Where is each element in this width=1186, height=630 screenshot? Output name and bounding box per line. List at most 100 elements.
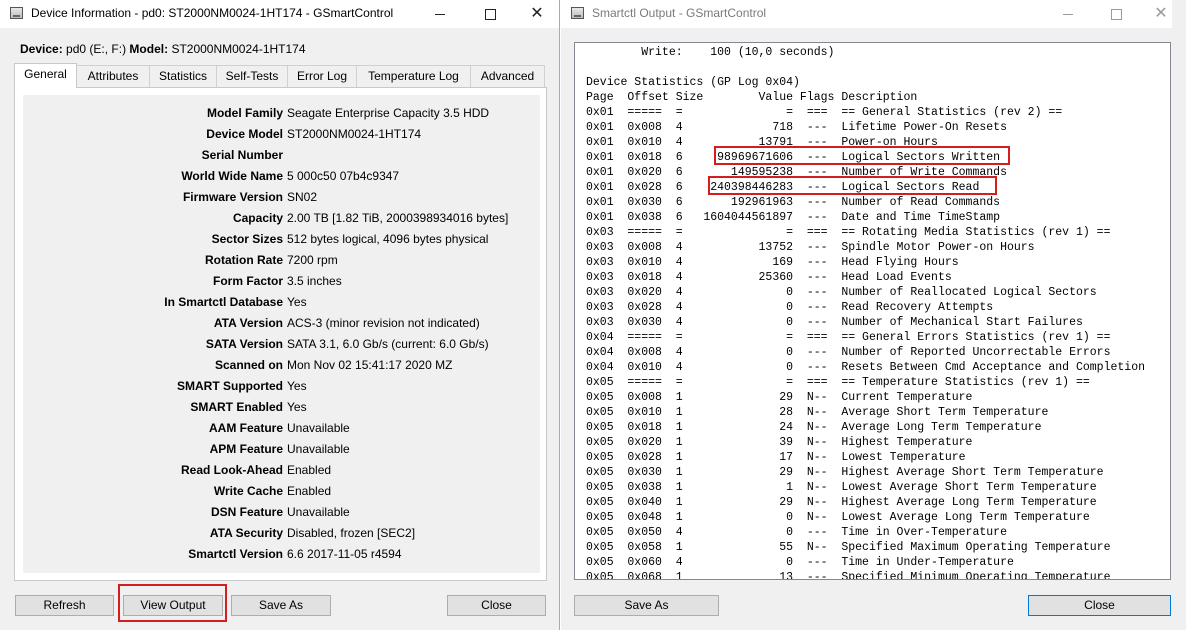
tab-self-tests[interactable]: Self-Tests (216, 65, 288, 87)
smartctl-output-text[interactable]: Write: 100 (10,0 seconds) Device Statisti… (574, 42, 1171, 580)
info-label: World Wide Name (181, 169, 283, 183)
info-value: Enabled (287, 484, 332, 498)
info-row: SATA Version SATA 3.1, 6.0 Gb/s (current:… (23, 337, 540, 358)
output-line: 0x04 0x010 4 0 --- Resets Between Cmd Ac… (586, 361, 1145, 374)
info-row: Firmware Version SN02 (23, 190, 540, 211)
info-label: SMART Supported (177, 379, 283, 393)
info-label: Sector Sizes (211, 232, 283, 246)
drive-icon (571, 7, 584, 19)
info-label: AAM Feature (208, 421, 283, 435)
refresh-button[interactable]: Refresh (15, 595, 114, 616)
general-tab-panel: Model Family Seagate Enterprise Capacity … (14, 87, 547, 581)
info-value: SN02 (287, 190, 318, 204)
info-label: SMART Enabled (190, 400, 283, 414)
info-row: World Wide Name 5 000c50 07b4c9347 (23, 169, 540, 190)
tab-advanced[interactable]: Advanced (470, 65, 545, 87)
info-row: Sector Sizes 512 bytes logical, 4096 byte… (23, 232, 540, 253)
info-label: SATA Version (205, 337, 283, 351)
info-label: Read Look-Ahead (180, 463, 283, 477)
output-line: 0x05 0x030 1 29 N-- Highest Average Shor… (586, 466, 1104, 479)
tab-temperature-log[interactable]: Temperature Log (356, 65, 471, 87)
info-value: ST2000NM0024-1HT174 (287, 127, 422, 141)
tab-attributes[interactable]: Attributes (76, 65, 150, 87)
info-label: Rotation Rate (205, 253, 283, 267)
output-line: 0x03 0x010 4 169 --- Head Flying Hours (586, 256, 959, 269)
info-label: Smartctl Version (188, 547, 283, 561)
output-line: Write: 100 (10,0 seconds) (586, 46, 835, 59)
output-line: Device Statistics (GP Log 0x04) (586, 76, 800, 89)
output-line: 0x05 0x008 1 29 N-- Current Temperature (586, 391, 973, 404)
output-line: 0x01 0x008 4 718 --- Lifetime Power-On R… (586, 121, 1007, 134)
device-info-grid: Model Family Seagate Enterprise Capacity … (23, 95, 540, 573)
device-label: Device: (20, 42, 63, 56)
output-line: 0x01 0x020 6 149595238 --- Number of Wri… (586, 166, 1007, 179)
info-value: Unavailable (287, 505, 350, 519)
output-line: 0x05 0x010 1 28 N-- Average Short Term T… (586, 406, 1049, 419)
info-value: 7200 rpm (287, 253, 338, 267)
output-line: 0x05 0x038 1 1 N-- Lowest Average Short … (586, 481, 1097, 494)
info-value: Unavailable (287, 442, 350, 456)
model-label: Model: (129, 42, 169, 56)
output-line: 0x03 0x020 4 0 --- Number of Reallocated… (586, 286, 1097, 299)
info-label: Model Family (206, 106, 283, 120)
minimize-button[interactable] (1048, 2, 1088, 26)
info-row: Model Family Seagate Enterprise Capacity … (23, 106, 540, 127)
info-row: SMART Enabled Yes (23, 400, 540, 421)
maximize-button[interactable] (470, 2, 510, 26)
output-line: 0x05 0x058 1 55 N-- Specified Maximum Op… (586, 541, 1111, 554)
close-button[interactable]: Close (447, 595, 546, 616)
model-value: ST2000NM0024-1HT174 (171, 42, 306, 56)
output-line: 0x01 0x018 6 98969671606 --- Logical Sec… (586, 151, 1001, 164)
info-row: APM Feature Unavailable (23, 442, 540, 463)
close-button[interactable]: Close (1028, 595, 1171, 616)
output-line: 0x05 0x018 1 24 N-- Average Long Term Te… (586, 421, 1042, 434)
info-value: 512 bytes logical, 4096 bytes physical (287, 232, 489, 246)
output-line: 0x03 0x018 4 25360 --- Head Load Events (586, 271, 952, 284)
info-value: Mon Nov 02 15:41:17 2020 MZ (287, 358, 453, 372)
output-line: 0x04 ===== = = === == General Errors Sta… (586, 331, 1111, 344)
save-as-button[interactable]: Save As (231, 595, 331, 616)
output-line: 0x01 0x030 6 192961963 --- Number of Rea… (586, 196, 1001, 209)
info-row: Read Look-Ahead Enabled (23, 463, 540, 484)
device-information-window: Device Information - pd0: ST2000NM0024-1… (0, 0, 560, 630)
info-label: Serial Number (201, 148, 283, 162)
tab-error-log[interactable]: Error Log (287, 65, 357, 87)
output-line: 0x05 0x020 1 39 N-- Highest Temperature (586, 436, 973, 449)
info-value: 2.00 TB [1.82 TiB, 2000398934016 bytes] (287, 211, 509, 225)
info-label: Device Model (206, 127, 283, 141)
save-as-button[interactable]: Save As (574, 595, 719, 616)
info-value: Seagate Enterprise Capacity 3.5 HDD (287, 106, 490, 120)
info-row: ATA Version ACS-3 (minor revision not ind… (23, 316, 540, 337)
output-line: 0x01 ===== = = === == General Statistics… (586, 106, 1063, 119)
output-line: 0x01 0x038 6 1604044561897 --- Date and … (586, 211, 1001, 224)
output-line: 0x03 0x008 4 13752 --- Spindle Motor Pow… (586, 241, 1035, 254)
info-row: In Smartctl Database Yes (23, 295, 540, 316)
output-line: 0x03 0x030 4 0 --- Number of Mechanical … (586, 316, 1083, 329)
view-output-button[interactable]: View Output (123, 595, 223, 616)
output-line: 0x05 0x068 1 13 --- Specified Minimum Op… (586, 571, 1111, 580)
info-label: Write Cache (213, 484, 283, 498)
maximize-button[interactable] (1096, 2, 1136, 26)
info-value: ACS-3 (minor revision not indicated) (287, 316, 480, 330)
tab-statistics[interactable]: Statistics (149, 65, 217, 87)
window-title: Device Information - pd0: ST2000NM0024-1… (31, 6, 394, 20)
title-bar[interactable]: Smartctl Output - GSmartControl ✕ (561, 0, 1186, 28)
info-label: In Smartctl Database (164, 295, 283, 309)
info-label: Form Factor (212, 274, 283, 288)
info-label: ATA Security (209, 526, 283, 540)
tab-general[interactable]: General (14, 63, 77, 88)
info-row: Scanned on Mon Nov 02 15:41:17 2020 MZ (23, 358, 540, 379)
info-value: Enabled (287, 463, 332, 477)
output-line: 0x03 0x028 4 0 --- Read Recovery Attempt… (586, 301, 994, 314)
close-window-button[interactable]: ✕ (517, 2, 557, 26)
title-bar[interactable]: Device Information - pd0: ST2000NM0024-1… (0, 0, 559, 28)
minimize-button[interactable] (420, 2, 460, 26)
info-label: Capacity (232, 211, 283, 225)
output-line: 0x05 0x028 1 17 N-- Lowest Temperature (586, 451, 966, 464)
output-line: 0x05 0x048 1 0 N-- Lowest Average Long T… (586, 511, 1090, 524)
device-summary: Device: pd0 (E:, F:) Model: ST2000NM0024… (20, 42, 306, 56)
info-value: SATA 3.1, 6.0 Gb/s (current: 6.0 Gb/s) (287, 337, 489, 351)
info-row: Smartctl Version 6.6 2017-11-05 r4594 (23, 547, 540, 568)
info-label: DSN Feature (210, 505, 283, 519)
